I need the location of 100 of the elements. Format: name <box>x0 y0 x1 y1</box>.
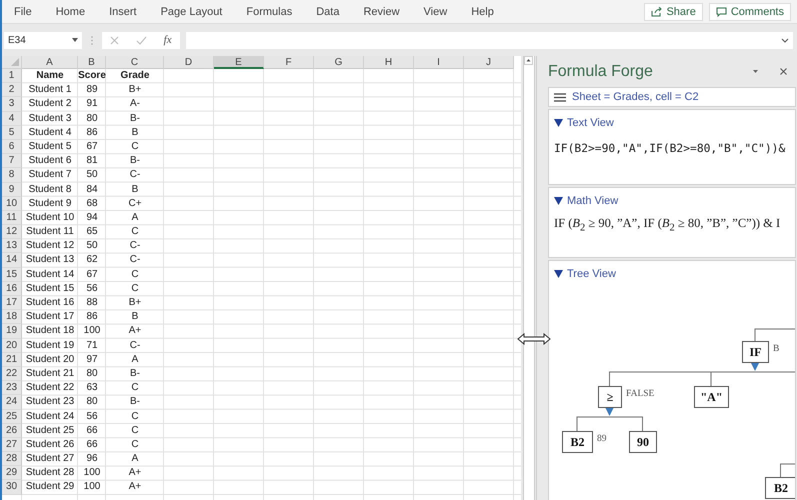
tree-node[interactable]: IF <box>742 341 769 363</box>
table-cell-text: 86 <box>85 310 99 324</box>
menu-item[interactable]: File <box>14 6 32 18</box>
row-header[interactable]: 7 <box>2 154 22 168</box>
table-cell-text: Grade <box>120 69 150 83</box>
row-header[interactable]: 28 <box>2 452 22 466</box>
tree-node[interactable]: 90 <box>629 431 657 453</box>
formula-text: IF(B2>=90,"A",IF(B2>=80,"B","C"))& <box>553 141 786 155</box>
column-header[interactable]: E <box>214 56 264 69</box>
section-toggle[interactable]: Math View <box>549 188 795 207</box>
row-header[interactable]: 12 <box>2 225 22 240</box>
table-cell-text: Student 16 <box>24 296 76 310</box>
tree-node[interactable]: "A" <box>694 386 729 408</box>
row-header[interactable]: 16 <box>2 282 22 296</box>
row-header[interactable]: 1 <box>2 69 22 84</box>
formula-math: IF (B$_{2}$ ≥ 90, ”A”, IF (B$_{2}$ ≥ 80, ”B”, ”C”)) & I <box>553 215 782 234</box>
table-cell-text: Student 6 <box>28 154 72 168</box>
row-header[interactable]: 26 <box>2 424 22 438</box>
row-header[interactable]: 19 <box>2 324 22 339</box>
row-header[interactable]: 11 <box>2 210 22 226</box>
table-cell-text: 91 <box>85 97 99 112</box>
share-button[interactable]: Share <box>644 2 703 20</box>
section-toggle[interactable]: Text View <box>549 110 795 129</box>
row-header[interactable]: 30 <box>2 480 22 495</box>
table-cell-text: C <box>130 410 140 424</box>
row-header[interactable]: 17 <box>2 296 22 310</box>
table-cell-text: 100 <box>82 480 102 494</box>
row-header[interactable]: 25 <box>2 410 22 424</box>
expand-caret-icon <box>781 38 789 42</box>
column-header[interactable]: F <box>264 56 314 69</box>
table-cell-text: Student 28 <box>24 466 76 480</box>
row-header[interactable]: 6 <box>2 140 22 154</box>
table-cell-text: Student 29 <box>24 480 76 494</box>
row-header[interactable]: 22 <box>2 366 22 382</box>
menu-item[interactable]: Help <box>471 6 494 18</box>
table-cell-text: C <box>130 225 140 240</box>
node-value: FALSE <box>626 389 654 399</box>
table-cell-text: 50 <box>85 168 99 182</box>
menu-item[interactable]: Insert <box>109 6 137 18</box>
table-cell-text: 96 <box>85 452 99 466</box>
corner-triangle-icon <box>11 58 19 66</box>
menu-icon[interactable] <box>554 92 566 102</box>
pane-options-icon[interactable] <box>753 70 758 73</box>
collapse-triangle-icon <box>554 119 563 127</box>
row-header[interactable]: 15 <box>2 268 22 282</box>
menu-item[interactable]: Home <box>56 6 86 18</box>
menu-item[interactable]: Formulas <box>246 6 292 18</box>
row-header[interactable]: 14 <box>2 253 22 268</box>
row-header[interactable]: 18 <box>2 310 22 324</box>
connector-line <box>754 328 795 342</box>
insert-function-button[interactable]: fx <box>164 34 172 46</box>
table-cell-text: C- <box>128 239 142 254</box>
row-header[interactable]: 23 <box>2 381 22 396</box>
section-toggle[interactable]: Tree View <box>549 261 795 280</box>
row-header[interactable]: 3 <box>2 97 22 112</box>
column-header[interactable]: C <box>106 56 164 69</box>
column-header[interactable]: G <box>314 56 364 69</box>
scroll-up-icon[interactable] <box>524 56 533 65</box>
menu-item[interactable]: Page Layout <box>160 6 222 18</box>
name-box[interactable]: E34 <box>4 32 82 48</box>
table-cell-text: 66 <box>85 438 99 452</box>
pane-title: Formula Forge <box>548 62 654 80</box>
table-cell-text: Student 18 <box>24 324 76 338</box>
row-header[interactable]: 27 <box>2 438 22 452</box>
column-header[interactable]: H <box>364 56 414 69</box>
column-header[interactable]: D <box>164 56 214 69</box>
table-cell-text: C <box>130 381 140 396</box>
row-header[interactable]: 13 <box>2 239 22 254</box>
row-header[interactable]: 4 <box>2 112 22 126</box>
row-header[interactable]: 9 <box>2 182 22 197</box>
row-header[interactable]: 20 <box>2 338 22 353</box>
column-header[interactable]: A <box>22 56 78 69</box>
table-cell-text: 88 <box>85 296 99 310</box>
check-icon[interactable] <box>136 36 147 44</box>
tree-node[interactable]: ≥ <box>598 386 622 408</box>
row-header[interactable]: 5 <box>2 126 22 140</box>
row-header[interactable]: 10 <box>2 196 22 211</box>
menu-item[interactable]: View <box>424 6 448 18</box>
formula-input[interactable] <box>186 32 793 48</box>
row-header[interactable]: 21 <box>2 352 22 367</box>
scrollbar[interactable] <box>523 56 535 500</box>
comments-button[interactable]: Comments <box>708 2 791 20</box>
menu-item[interactable]: Data <box>316 6 340 18</box>
table-cell-text: A+ <box>128 324 142 338</box>
table-cell-text: A- <box>129 97 141 112</box>
table-cell-text: Student 1 <box>28 83 72 98</box>
close-icon[interactable] <box>780 68 787 75</box>
column-header[interactable]: I <box>414 56 464 69</box>
table-cell-text: A <box>130 352 140 367</box>
row-header[interactable]: 8 <box>2 168 22 182</box>
row-header[interactable]: 2 <box>2 83 22 98</box>
row-header[interactable]: 29 <box>2 466 22 480</box>
tree-node[interactable]: B2 <box>562 431 593 453</box>
column-header[interactable]: B <box>78 56 106 69</box>
table-cell-text: Student 27 <box>24 452 76 466</box>
menu-item[interactable]: Review <box>363 6 400 18</box>
table-cell-text: A+ <box>128 480 142 494</box>
tree-node[interactable]: B2 <box>765 477 795 499</box>
row-header[interactable]: 24 <box>2 395 22 410</box>
column-header[interactable]: J <box>464 56 514 69</box>
